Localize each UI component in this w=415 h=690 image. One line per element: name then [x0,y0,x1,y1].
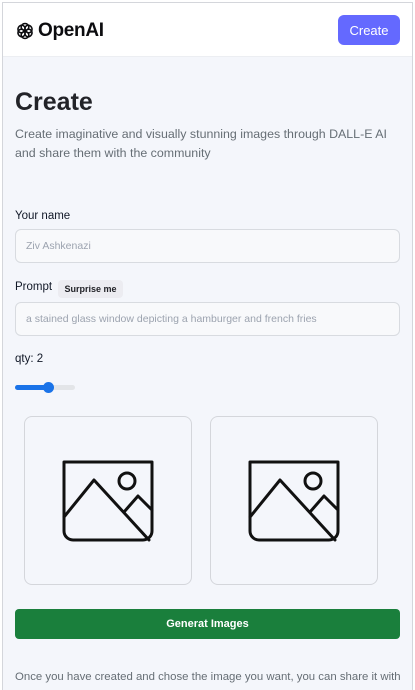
page-subtitle: Create imaginative and visually stunning… [15,127,387,160]
surprise-me-button[interactable]: Surprise me [58,280,123,298]
generate-images-button[interactable]: Generat Images [15,609,400,639]
image-preview-1[interactable] [24,416,192,585]
image-preview-2[interactable] [210,416,378,585]
app-frame: OpenAI Create Create Create imaginative … [2,2,413,690]
qty-slider-thumb[interactable] [42,382,54,393]
name-input[interactable]: Ziv Ashkenazi [15,229,400,263]
openai-logo-icon [17,22,33,40]
image-placeholder-icon [62,460,154,542]
brand-name: OpenAI [38,20,104,41]
page-title: Create [15,88,93,116]
image-placeholder-icon [248,460,340,542]
qty-slider[interactable] [15,382,75,393]
share-note: Once you have created and chose the imag… [15,671,401,683]
openai-logo[interactable]: OpenAI [15,20,104,42]
prompt-label: Prompt [15,281,53,293]
top-bar: OpenAI Create [3,3,412,57]
prompt-input[interactable]: a stained glass window depicting a hambu… [15,302,400,336]
qty-label: qty: 2 [15,353,44,365]
create-button[interactable]: Create [338,15,400,45]
name-label: Your name [15,210,71,222]
